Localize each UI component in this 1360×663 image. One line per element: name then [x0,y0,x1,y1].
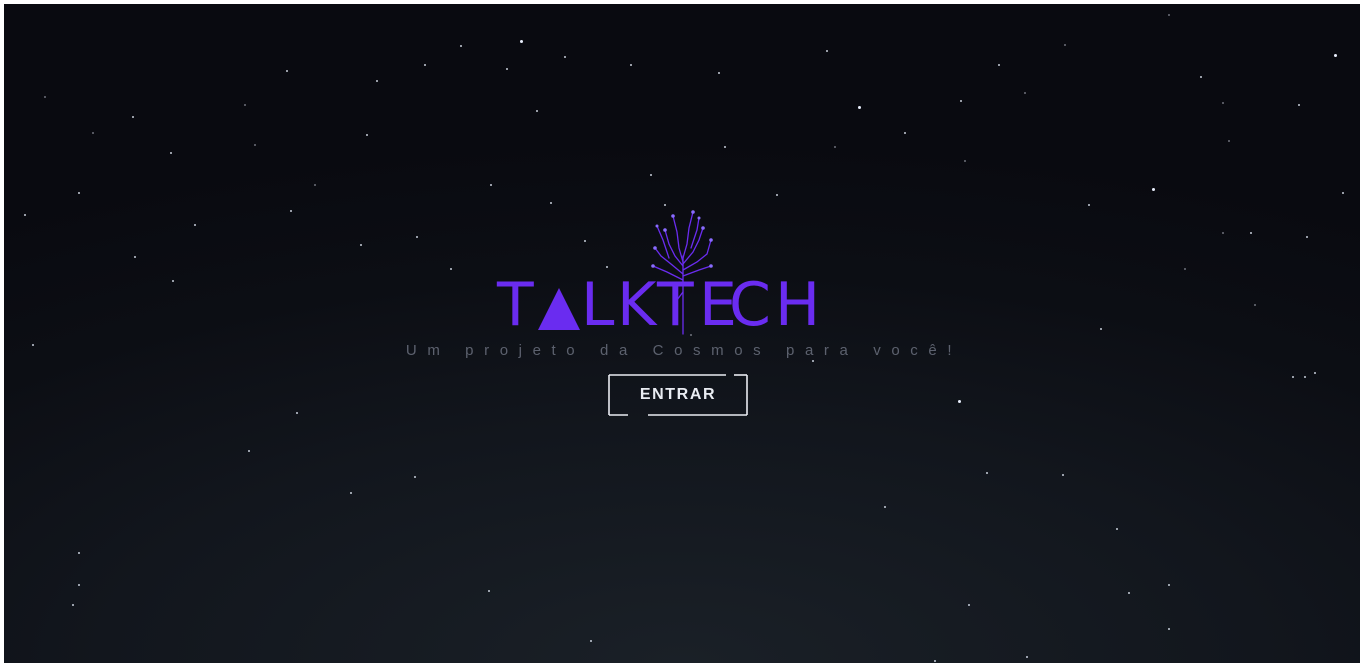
star [366,134,368,136]
star [1222,232,1224,234]
logo-letter: K [617,270,658,340]
star [1306,236,1308,238]
star [934,660,936,662]
star [488,590,490,592]
star [968,604,970,606]
logo-letter: T [657,270,695,340]
star [1200,76,1202,78]
star [92,132,94,134]
star [1062,474,1064,476]
star [360,244,362,246]
star [1228,140,1230,142]
star [776,194,778,196]
star [78,584,80,586]
star [244,104,246,106]
star [376,80,378,82]
star [490,184,492,186]
logo-title: TLKTECH [497,274,872,336]
star [314,184,316,186]
star [172,280,174,282]
star [1168,14,1170,16]
star [78,552,80,554]
star [1334,54,1337,57]
star [964,160,966,162]
star [286,70,288,72]
star [958,400,961,403]
star [350,492,352,494]
enter-button[interactable]: ENTRAR [608,374,748,416]
star [998,64,1000,66]
star [1250,232,1252,234]
logo-letter: T [497,270,535,340]
star [590,640,592,642]
star [506,68,508,70]
star [1184,268,1186,270]
star [1304,376,1306,378]
star [1116,528,1118,530]
star [718,72,720,74]
logo-letter: C [729,270,772,340]
star [132,116,134,118]
star [536,110,538,112]
star [1254,304,1256,306]
star [78,192,80,194]
star [1088,204,1090,206]
star [460,45,462,47]
star [826,50,828,52]
star [134,256,136,258]
star [194,224,196,226]
star [1222,102,1224,104]
star [414,476,416,478]
star [834,146,836,148]
star [254,144,256,146]
star [564,56,566,58]
star [858,106,861,109]
star [1342,192,1344,194]
star [290,210,292,212]
star [32,344,34,346]
star [296,412,298,414]
star [1152,188,1155,191]
star [812,360,814,362]
star [416,236,418,238]
logo-letter: L [581,270,616,340]
star [1100,328,1102,330]
star [1026,656,1028,658]
talktech-logo: TLKTECH [497,200,872,340]
star [24,214,26,216]
star [1128,592,1130,594]
star [170,152,172,154]
triangle-a-icon [538,288,580,330]
star [72,604,74,606]
space-background: TLKTECH Um projeto da Cosmos para você! … [4,4,1360,663]
star [650,174,652,176]
enter-button-label: ENTRAR [639,386,717,403]
star [986,472,988,474]
star [1168,584,1170,586]
star [1024,92,1026,94]
star [1064,44,1066,46]
star [884,506,886,508]
star [44,96,46,98]
tagline: Um projeto da Cosmos para você! [405,342,963,359]
star [1314,372,1316,374]
star [424,64,426,66]
star [724,146,726,148]
star [960,100,962,102]
star [1168,628,1170,630]
logo-letter: H [775,270,822,340]
star [904,132,906,134]
star [248,450,250,452]
star [1292,376,1294,378]
star [1298,104,1300,106]
star [520,40,523,43]
star [630,64,632,66]
star [450,268,452,270]
